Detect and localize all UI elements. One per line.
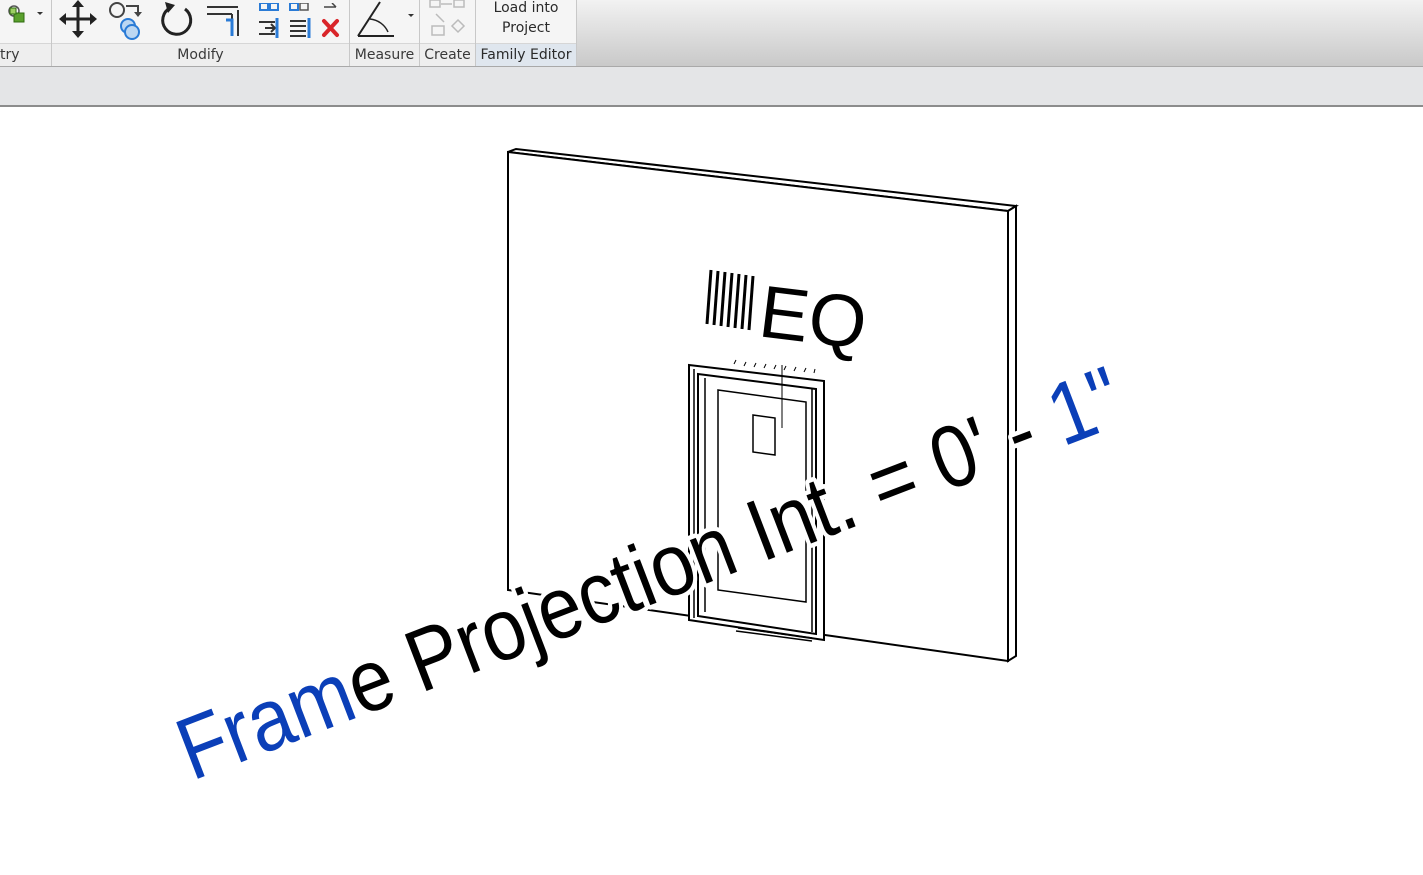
load-into-project-button[interactable]: Load into Project: [476, 0, 576, 40]
move-button[interactable]: [56, 0, 100, 40]
move-icon: [59, 0, 97, 38]
options-bar: [0, 67, 1423, 107]
align-button[interactable]: [288, 16, 314, 40]
geometry-panel-label[interactable]: try: [0, 43, 51, 66]
ribbon: try Modify Measure Create Load into Proj…: [0, 0, 1423, 67]
copy-icon: [109, 2, 142, 40]
drawing-area[interactable]: EQ Frame Projection Int. = 0' - 1": [0, 107, 1423, 871]
align-icon: [290, 18, 311, 38]
rotate-button[interactable]: [156, 0, 198, 40]
create-group-icon: [429, 0, 466, 36]
family-editor-panel-label[interactable]: Family Editor: [476, 43, 576, 66]
offset-button[interactable]: [257, 16, 283, 40]
array-button[interactable]: [258, 0, 282, 12]
delete-icon: [322, 19, 339, 37]
geometry-panel: try: [0, 0, 52, 66]
create-panel-label[interactable]: Create: [420, 43, 475, 66]
eq-text: EQ: [755, 269, 871, 364]
aligned-dimension-icon: [357, 1, 414, 37]
modify-panel-label[interactable]: Modify: [52, 43, 349, 66]
parameter-label-blue-start: Fram: [163, 642, 367, 799]
scale-icon: [289, 2, 309, 11]
load-into-project-label: Load into Project: [493, 0, 559, 36]
door-vision-panel[interactable]: [752, 414, 776, 456]
3d-view[interactable]: EQ Frame Projection Int. = 0' - 1": [0, 107, 1423, 871]
measure-button[interactable]: [354, 0, 416, 42]
ribbon-empty-area: [577, 0, 1423, 66]
split-icon: [324, 2, 337, 8]
join-geometry-button[interactable]: [2, 2, 46, 36]
array-icon: [259, 2, 279, 11]
create-panel: Create: [420, 0, 476, 66]
delete-button[interactable]: [320, 16, 342, 40]
trim-extend-icon: [207, 6, 239, 36]
modify-panel: Modify: [52, 0, 350, 66]
trim-extend-button[interactable]: [204, 0, 244, 40]
measure-panel-label[interactable]: Measure: [350, 43, 419, 66]
join-geometry-icon: [8, 5, 43, 23]
measure-panel: Measure: [350, 0, 420, 66]
copy-button[interactable]: [104, 0, 146, 40]
split-button[interactable]: [320, 0, 344, 12]
scale-button[interactable]: [288, 0, 312, 12]
create-group-button[interactable]: [426, 0, 470, 40]
rotate-icon: [161, 2, 193, 36]
family-editor-panel: Load into Project Family Editor: [476, 0, 577, 66]
offset-icon: [259, 18, 279, 38]
